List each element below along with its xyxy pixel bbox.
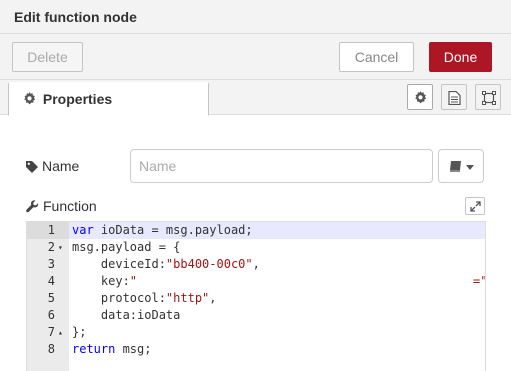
code-text: return msg; bbox=[72, 342, 152, 356]
code-line: 5 protocol:"http", bbox=[47, 291, 217, 305]
code-line: 7 ▴ }; bbox=[47, 324, 87, 341]
tag-icon bbox=[26, 161, 38, 173]
book-icon bbox=[450, 161, 461, 172]
expand-editor-button[interactable] bbox=[465, 197, 485, 215]
library-button[interactable] bbox=[438, 149, 484, 183]
wrench-icon bbox=[26, 200, 39, 213]
tab-settings[interactable] bbox=[407, 84, 433, 110]
gear-icon bbox=[24, 92, 36, 105]
code-line: 1 var ioData = msg.payload; bbox=[27, 222, 485, 239]
code-line: 4 key:" =" bbox=[27, 273, 485, 290]
code-text: protocol:"http", bbox=[72, 291, 217, 305]
tray-header: Edit function node bbox=[0, 0, 511, 34]
cancel-button[interactable]: Cancel bbox=[339, 42, 414, 72]
code-text: deviceId:"bb400-00c0", bbox=[72, 257, 260, 271]
fold-toggle-icon[interactable]: ▴ bbox=[58, 324, 63, 341]
code-line: 8 return msg; bbox=[47, 342, 152, 356]
code-editor[interactable]: 1 var ioData = msg.payload; 2 ▾ msg.payl… bbox=[26, 221, 486, 371]
name-label: Name bbox=[26, 158, 79, 174]
chevron-down-icon bbox=[466, 165, 474, 170]
code-text: }; bbox=[72, 325, 87, 339]
done-button[interactable]: Done bbox=[429, 42, 492, 72]
code-line: 3 deviceId:"bb400-00c0", bbox=[47, 257, 260, 271]
code-line: 2 ▾ msg.payload = { bbox=[47, 239, 181, 256]
expand-icon bbox=[470, 201, 481, 212]
tab-properties[interactable]: Properties bbox=[8, 82, 209, 116]
tab-appearance[interactable] bbox=[475, 84, 501, 110]
appearance-icon bbox=[482, 91, 496, 105]
tabs-bar: Properties bbox=[0, 80, 511, 116]
tab-description[interactable] bbox=[441, 84, 467, 110]
gear-icon bbox=[415, 91, 427, 104]
code-text-tail: =" bbox=[473, 274, 485, 288]
description-icon bbox=[448, 91, 461, 105]
code-text: msg.payload = { bbox=[72, 240, 181, 254]
code-line: 6 data:ioData bbox=[47, 308, 181, 322]
fold-toggle-icon[interactable]: ▾ bbox=[58, 239, 63, 256]
tab-properties-label: Properties bbox=[42, 91, 113, 107]
code-text: var ioData = msg.payload; bbox=[72, 223, 253, 237]
code-text: data:ioData bbox=[72, 308, 181, 322]
code-text: key:" bbox=[72, 274, 138, 288]
name-input[interactable] bbox=[130, 149, 433, 183]
tray-toolbar: Delete Cancel Done bbox=[0, 34, 511, 80]
tray-title: Edit function node bbox=[14, 9, 137, 25]
delete-button[interactable]: Delete bbox=[12, 42, 83, 72]
function-label: Function bbox=[26, 198, 97, 214]
